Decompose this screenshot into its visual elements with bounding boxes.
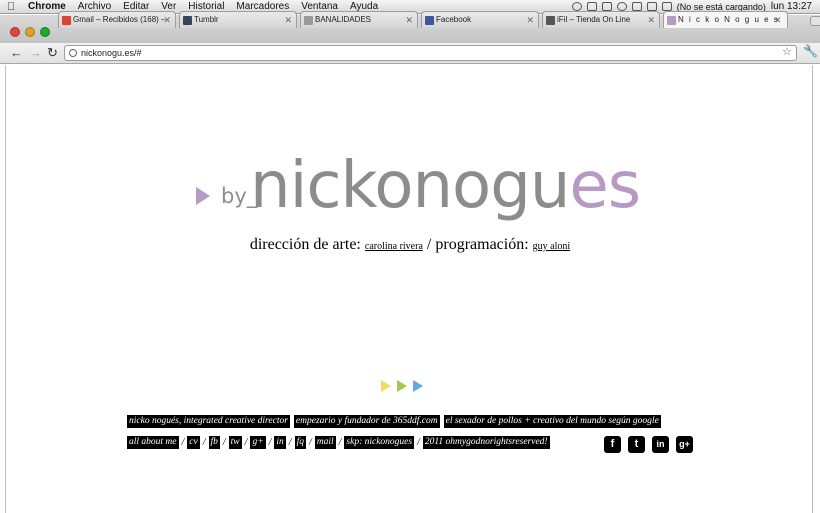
gmail-icon (62, 16, 71, 25)
minimize-window-icon[interactable] (25, 27, 35, 37)
tagline-chip: nicko nogués, integrated creative direct… (127, 415, 290, 428)
new-tab-button[interactable] (810, 16, 820, 26)
reload-icon[interactable]: ↻ (47, 45, 58, 61)
tab-label: N i c k o N o g u e s (678, 15, 780, 24)
bookmark-star-icon[interactable]: ☆ (782, 45, 792, 58)
forward-arrow-icon[interactable]: → (29, 45, 42, 61)
twitter-icon[interactable]: t (628, 436, 645, 453)
tab-facebook[interactable]: Facebook ✕ (421, 11, 539, 28)
close-icon[interactable]: ✕ (284, 12, 292, 28)
close-icon[interactable]: ✕ (163, 12, 171, 28)
footer-taglines: nicko nogués, integrated creative direct… (127, 415, 661, 428)
bluetooth-icon[interactable] (631, 2, 642, 11)
link-tw[interactable]: tw (228, 436, 242, 449)
copyright-note: 2011 ohmygodnorightsreserved! (422, 436, 550, 449)
tagline-chip: el sexador de pollos + creativo del mund… (443, 415, 661, 428)
arrow-green-icon[interactable] (397, 380, 407, 392)
link-fq[interactable]: fq (294, 436, 306, 449)
link-gplus[interactable]: g+ (250, 436, 266, 449)
tab-gmail[interactable]: Gmail – Recibidos (168) – ✕ (58, 11, 176, 28)
logo-name-accent: es (569, 149, 641, 223)
facebook-icon[interactable]: f (604, 436, 621, 453)
tumblr-icon (183, 16, 192, 25)
ifil-icon (546, 16, 555, 25)
browser-toolbar: ← → ↻ nickonogu.es/# ☆ 🔧 (0, 43, 820, 64)
tab-label: iFil – Tienda On Line (557, 15, 631, 24)
close-icon[interactable]: ✕ (774, 12, 783, 28)
apple-icon[interactable]:  (0, 0, 22, 14)
linkedin-icon[interactable]: in (652, 436, 669, 453)
close-icon[interactable]: ✕ (405, 12, 413, 28)
skype-handle[interactable]: skp: nickonogues (344, 436, 415, 449)
tab-label: Tumblr (194, 15, 219, 24)
globe-icon (69, 49, 77, 57)
tab-banalidades[interactable]: BANALIDADES ✕ (300, 11, 418, 28)
logo-name-main: nickonogu (250, 149, 570, 223)
tab-ifil[interactable]: iFil – Tienda On Line ✕ (542, 11, 660, 28)
arrow-nav[interactable] (381, 380, 423, 392)
nickonogues-icon (667, 16, 676, 25)
address-bar[interactable]: nickonogu.es/# (64, 45, 797, 61)
tab-tumblr[interactable]: Tumblr ✕ (179, 11, 297, 28)
programming-label: programación: (435, 236, 529, 253)
battery-icon[interactable] (601, 2, 612, 11)
link-fb[interactable]: fb (208, 436, 220, 449)
link-mail[interactable]: mail (314, 436, 336, 449)
programmer-link[interactable]: guy aloni (533, 241, 571, 252)
arrow-blue-icon[interactable] (413, 380, 423, 392)
facebook-icon (425, 16, 434, 25)
close-icon[interactable]: ✕ (647, 12, 655, 28)
tab-nickonogues[interactable]: N i c k o N o g u e s ✕ (663, 11, 788, 28)
window-controls (10, 27, 50, 37)
footer-links: all about me / cv / fb / tw / g+ / in / fq / ma… (127, 436, 550, 449)
close-window-icon[interactable] (10, 27, 20, 37)
url-text: nickonogu.es/# (81, 48, 142, 58)
volume-icon[interactable] (661, 2, 672, 11)
google-plus-icon[interactable]: g+ (676, 436, 693, 453)
art-director-link[interactable]: carolina rivera (365, 241, 423, 252)
back-arrow-icon[interactable]: ← (10, 45, 23, 61)
tab-label: BANALIDADES (315, 15, 372, 24)
tab-label: Facebook (436, 15, 472, 24)
art-direction-label: dirección de arte: (249, 236, 361, 253)
arrow-yellow-icon[interactable] (381, 380, 391, 392)
time-machine-icon[interactable] (616, 2, 627, 11)
wifi-icon[interactable] (646, 2, 657, 11)
credits-line: dirección de arte: carolina rivera / pro… (0, 236, 820, 254)
logo-name: nickonogues (250, 149, 641, 223)
dropbox-icon[interactable] (586, 2, 597, 11)
link-cv[interactable]: cv (187, 436, 200, 449)
credits-separator: / (426, 236, 432, 253)
blog-icon (304, 16, 313, 25)
play-icon (196, 187, 210, 205)
zoom-window-icon[interactable] (40, 27, 50, 37)
tab-label: Gmail – Recibidos (168) – (73, 15, 166, 24)
link-all-about-me[interactable]: all about me (127, 436, 179, 449)
wrench-icon[interactable]: 🔧 (803, 44, 818, 58)
tagline-chip[interactable]: empezario y fundador de 365ddf.com (293, 415, 440, 428)
sync-icon[interactable] (571, 2, 582, 11)
site-logo: by_ nickonogues (196, 150, 656, 225)
link-in[interactable]: in (274, 436, 286, 449)
close-icon[interactable]: ✕ (526, 12, 534, 28)
